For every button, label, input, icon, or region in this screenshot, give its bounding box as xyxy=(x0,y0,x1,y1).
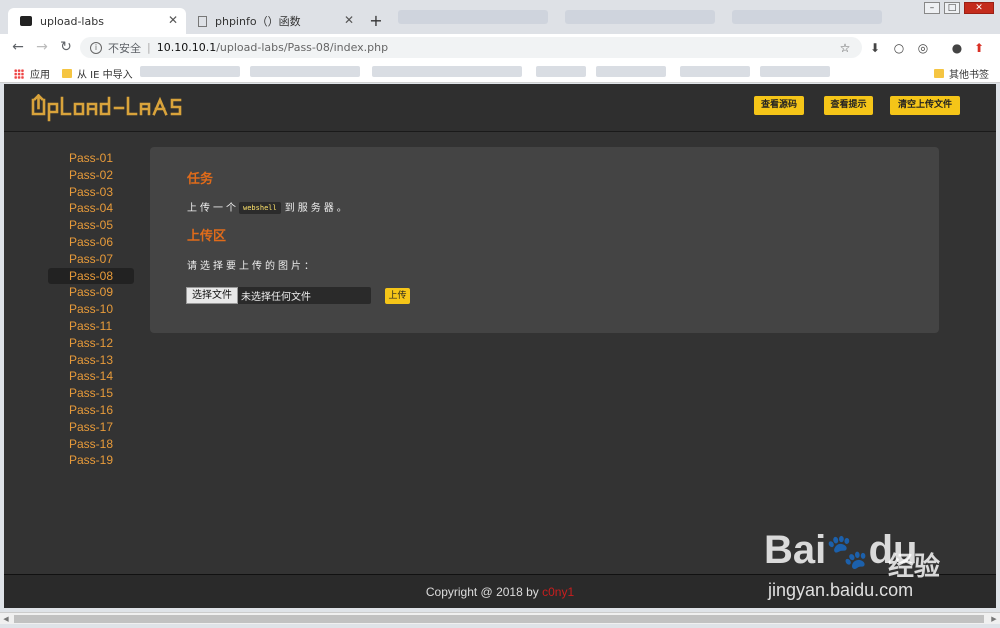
tab-phpinfo[interactable]: phpinfo（）函数 ✕ xyxy=(186,8,362,34)
sidebar-item-pass-18[interactable]: Pass-18 xyxy=(48,436,134,453)
scroll-right-icon[interactable]: ▶ xyxy=(988,613,1000,625)
task-prefix: 上传一个 xyxy=(187,203,239,214)
sidebar-item-pass-13[interactable]: Pass-13 xyxy=(48,352,134,369)
star-icon[interactable]: ☆ xyxy=(838,41,852,55)
security-label: 不安全 xyxy=(108,41,141,55)
tab-blurred[interactable] xyxy=(565,10,715,24)
bookmark-blurred[interactable] xyxy=(536,66,586,77)
url-path: /upload-labs/Pass-08/index.php xyxy=(216,41,389,54)
apps-grid-icon xyxy=(14,68,24,79)
sidebar-item-pass-06[interactable]: Pass-06 xyxy=(48,234,134,251)
bookmark-blurred[interactable] xyxy=(250,66,360,77)
content-panel: 任务 上传一个 webshell 到服务器。 上传区 请选择要上传的图片： 选择文件… xyxy=(150,147,939,333)
new-tab-button[interactable]: + xyxy=(366,11,386,31)
url-separator: | xyxy=(147,41,151,54)
scrollbar-thumb[interactable] xyxy=(14,615,984,623)
task-description: 上传一个 webshell 到服务器。 xyxy=(187,199,350,214)
upload-button[interactable]: 上传 xyxy=(385,288,410,304)
sidebar-item-pass-16[interactable]: Pass-16 xyxy=(48,402,134,419)
scroll-left-icon[interactable]: ◀ xyxy=(0,613,12,625)
sidebar-item-pass-01[interactable]: Pass-01 xyxy=(48,150,134,167)
view-hint-button[interactable]: 查看提示 xyxy=(824,96,873,115)
sidebar-item-pass-19[interactable]: Pass-19 xyxy=(48,452,134,469)
task-suffix: 到服务器。 xyxy=(284,203,350,214)
minimize-icon[interactable]: – xyxy=(924,2,940,14)
tab-favicon-icon xyxy=(20,16,32,26)
webshell-code: webshell xyxy=(239,202,281,214)
watermark-url: jingyan.baidu.com xyxy=(768,580,914,600)
info-icon[interactable]: i xyxy=(90,41,102,54)
folder-icon xyxy=(62,69,72,78)
bookmark-blurred[interactable] xyxy=(140,66,240,77)
sidebar-item-pass-11[interactable]: Pass-11 xyxy=(48,318,134,335)
author-link[interactable]: c0ny1 xyxy=(542,585,574,599)
url-host: 10.10.10.1 xyxy=(156,41,217,54)
sidebar-item-pass-07[interactable]: Pass-07 xyxy=(48,251,134,268)
document-icon xyxy=(198,15,207,27)
bookmark-label: 从 IE 中导入 xyxy=(77,70,133,81)
bookmark-blurred[interactable] xyxy=(680,66,750,77)
maximize-icon[interactable]: □ xyxy=(944,2,960,14)
upload-prompt: 请选择要上传的图片： xyxy=(187,261,317,272)
sidebar-item-pass-05[interactable]: Pass-05 xyxy=(48,217,134,234)
sidebar-item-pass-02[interactable]: Pass-02 xyxy=(48,167,134,184)
address-bar[interactable]: i 不安全 | 10.10.10.1/upload-labs/Pass-08/i… xyxy=(80,37,862,58)
sidebar-item-pass-15[interactable]: Pass-15 xyxy=(48,385,134,402)
bookmark-other[interactable]: 其他书签 xyxy=(934,66,989,81)
close-icon[interactable]: ✕ xyxy=(344,13,354,27)
bookmark-label: 应用 xyxy=(30,70,50,81)
bookmarks-bar: 应用 从 IE 中导入 其他书签 xyxy=(0,61,1000,83)
extension-circle-icon[interactable]: ○ xyxy=(892,41,906,55)
extension-icon[interactable]: ◎ xyxy=(916,41,930,55)
browser-window: upload-labs ✕ phpinfo（）函数 ✕ + – □ ✕ ← → … xyxy=(0,0,1000,628)
baidu-jingyan-watermark: Bai🐾du 经验 jingyan.baidu.com xyxy=(764,518,964,608)
sidebar-item-pass-08[interactable]: Pass-08 xyxy=(48,267,134,285)
forward-arrow-icon[interactable]: → xyxy=(34,39,50,55)
choose-file-button[interactable]: 选择文件 xyxy=(186,287,238,304)
sidebar-item-pass-09[interactable]: Pass-09 xyxy=(48,284,134,301)
sidebar-item-pass-10[interactable]: Pass-10 xyxy=(48,301,134,318)
account-icon[interactable]: ● xyxy=(950,41,964,55)
bookmark-label: 其他书签 xyxy=(949,70,989,81)
sidebar-item-pass-03[interactable]: Pass-03 xyxy=(48,184,134,201)
browser-toolbar: ← → ↻ i 不安全 | 10.10.10.1/upload-labs/Pas… xyxy=(0,34,1000,61)
view-source-button[interactable]: 查看源码 xyxy=(754,96,804,115)
download-icon[interactable]: ⬇ xyxy=(868,41,882,55)
upload-heading: 上传区 xyxy=(187,228,227,243)
site-header: 查看源码 查看提示 清空上传文件 xyxy=(4,84,996,132)
close-icon[interactable]: ✕ xyxy=(168,13,178,27)
bookmark-blurred[interactable] xyxy=(596,66,666,77)
watermark-jingyan: 经验 xyxy=(888,552,941,582)
sidebar-item-pass-04[interactable]: Pass-04 xyxy=(48,200,134,217)
sidebar-item-pass-12[interactable]: Pass-12 xyxy=(48,335,134,352)
copyright-text: Copyright @ 2018 by xyxy=(425,585,543,599)
tab-blurred[interactable] xyxy=(398,10,548,24)
tab-title: upload-labs xyxy=(40,14,104,28)
tab-blurred[interactable] xyxy=(732,10,882,24)
bookmark-blurred[interactable] xyxy=(760,66,830,77)
bookmark-blurred[interactable] xyxy=(372,66,522,77)
pass-nav: Pass-01 Pass-02 Pass-03 Pass-04 Pass-05 Pass-… xyxy=(48,150,134,469)
sidebar-item-pass-17[interactable]: Pass-17 xyxy=(48,419,134,436)
watermark-brand-part1: Bai xyxy=(764,528,827,572)
clear-uploads-button[interactable]: 清空上传文件 xyxy=(890,96,960,115)
reload-icon[interactable]: ↻ xyxy=(58,39,74,55)
sidebar-item-pass-14[interactable]: Pass-14 xyxy=(48,368,134,385)
upload-labs-logo[interactable] xyxy=(30,94,200,122)
folder-icon xyxy=(934,69,944,78)
bookmark-apps[interactable]: 应用 xyxy=(14,66,50,81)
file-input[interactable]: 选择文件 未选择任何文件 xyxy=(186,287,371,304)
task-heading: 任务 xyxy=(187,171,214,186)
update-icon[interactable]: ⬆ xyxy=(972,41,986,55)
bookmark-import-ie[interactable]: 从 IE 中导入 xyxy=(62,66,133,81)
window-close-icon[interactable]: ✕ xyxy=(964,2,994,14)
no-file-label: 未选择任何文件 xyxy=(241,292,311,303)
tab-upload-labs[interactable]: upload-labs ✕ xyxy=(8,8,186,34)
horizontal-scrollbar[interactable]: ◀ ▶ xyxy=(0,612,1000,624)
tab-title: phpinfo（）函数 xyxy=(215,15,301,28)
tab-strip: upload-labs ✕ phpinfo（）函数 ✕ + – □ ✕ xyxy=(0,0,1000,34)
paw-icon: 🐾 xyxy=(826,533,869,571)
back-arrow-icon[interactable]: ← xyxy=(10,39,26,55)
